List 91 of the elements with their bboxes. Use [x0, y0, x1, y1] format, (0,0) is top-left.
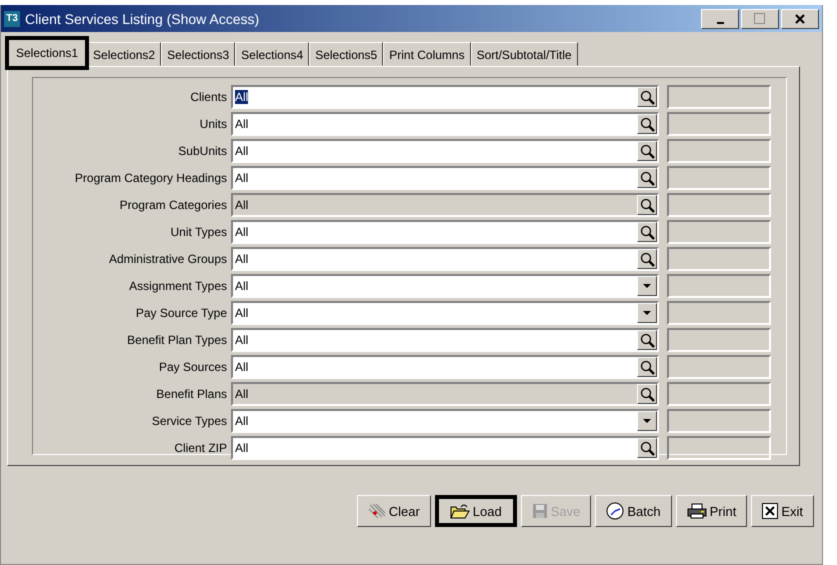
- tab[interactable]: Selections4: [235, 42, 310, 66]
- maximize-icon: [754, 12, 766, 24]
- field-label: Service Types: [150, 414, 228, 428]
- folder-icon: [450, 503, 470, 519]
- search-button[interactable]: [637, 330, 657, 350]
- minimize-icon: [716, 22, 724, 24]
- dropdown-field[interactable]: All: [231, 409, 659, 433]
- field-label: Pay Sources: [158, 360, 228, 374]
- field-label: Benefit Plans: [155, 387, 228, 401]
- field-label: Clients: [189, 90, 228, 104]
- caret-icon: [643, 419, 651, 423]
- search-icon: [640, 332, 654, 348]
- field-label: Pay Source Type: [134, 306, 228, 320]
- search-button[interactable]: [637, 249, 657, 269]
- field-value: All: [234, 387, 250, 401]
- lookup-field[interactable]: All: [231, 220, 659, 244]
- field-value: All: [234, 198, 250, 212]
- broom-icon: [368, 503, 386, 519]
- field-value: All: [234, 414, 250, 428]
- search-button[interactable]: [637, 114, 657, 134]
- app-icon: T3: [4, 10, 20, 26]
- field-value: All: [234, 279, 250, 293]
- dropdown-field[interactable]: All: [231, 274, 659, 298]
- tab[interactable]: Selections5: [309, 42, 384, 66]
- field-value: All: [234, 144, 250, 158]
- field-label: Program Category Headings: [74, 171, 228, 185]
- field-label: Client ZIP: [173, 441, 228, 455]
- field-label: Units: [198, 117, 228, 131]
- lookup-field[interactable]: All: [231, 247, 659, 271]
- close-icon: [794, 12, 806, 24]
- field-value: All: [234, 333, 250, 347]
- field-label: Assignment Types: [128, 279, 228, 293]
- field-value: All: [234, 225, 250, 239]
- lookup-field[interactable]: All: [231, 355, 659, 379]
- field-value: All: [234, 441, 250, 455]
- search-icon: [640, 198, 654, 212]
- lookup-field[interactable]: All: [231, 166, 659, 190]
- tab[interactable]: Selections1: [7, 38, 88, 68]
- exit-button[interactable]: Exit: [751, 495, 814, 527]
- maximize-button[interactable]: [741, 8, 779, 28]
- field-value: All: [234, 171, 250, 185]
- field-value: All: [234, 252, 250, 266]
- window-title: Client Services Listing (Show Access): [25, 10, 260, 26]
- search-icon: [640, 360, 654, 374]
- search-icon: [640, 386, 654, 402]
- tab[interactable]: Selections3: [161, 42, 236, 66]
- batch-button[interactable]: Batch: [595, 495, 672, 527]
- search-icon: [640, 144, 654, 158]
- lookup-field[interactable]: All: [231, 85, 659, 109]
- lookup-field[interactable]: All: [231, 112, 659, 136]
- search-button[interactable]: [637, 168, 657, 188]
- search-icon: [640, 170, 654, 186]
- field-label: Administrative Groups: [108, 252, 228, 266]
- field-label: SubUnits: [177, 144, 228, 158]
- caret-icon: [643, 284, 651, 288]
- dropdown-button[interactable]: [637, 411, 657, 431]
- search-icon: [640, 90, 654, 104]
- load-button[interactable]: Load: [434, 495, 517, 527]
- search-button[interactable]: [637, 357, 657, 377]
- search-button[interactable]: [637, 87, 657, 107]
- caret-icon: [643, 311, 651, 315]
- field-label: Benefit Plan Types: [126, 333, 228, 347]
- lookup-field[interactable]: All: [231, 328, 659, 352]
- tab[interactable]: Print Columns: [383, 42, 471, 66]
- lookup-field[interactable]: All: [231, 139, 659, 163]
- close-button[interactable]: [781, 8, 819, 28]
- search-icon: [640, 116, 654, 132]
- tab[interactable]: Sort/Subtotal/Title: [470, 42, 578, 66]
- field-value: All: [234, 360, 250, 374]
- field-value: All: [234, 117, 250, 131]
- field-value: All: [234, 306, 250, 320]
- print-button[interactable]: Print: [676, 495, 748, 527]
- field-value: All: [234, 90, 250, 104]
- printer-icon: [686, 503, 707, 519]
- clear-button[interactable]: Clear: [356, 495, 431, 527]
- minimize-button[interactable]: [701, 8, 739, 28]
- search-icon: [640, 440, 654, 456]
- lookup-field[interactable]: All: [231, 436, 659, 460]
- dropdown-field[interactable]: All: [231, 301, 659, 325]
- dropdown-button[interactable]: [637, 303, 657, 323]
- dropdown-button[interactable]: [637, 276, 657, 296]
- close-box-icon: [762, 503, 778, 519]
- search-icon: [640, 224, 654, 240]
- search-button[interactable]: [637, 222, 657, 242]
- search-icon: [640, 252, 654, 266]
- tab[interactable]: Selections2: [87, 42, 162, 66]
- field-label: Program Categories: [118, 198, 228, 212]
- search-button[interactable]: [637, 438, 657, 458]
- search-button[interactable]: [637, 141, 657, 161]
- field-label: Unit Types: [170, 225, 228, 239]
- clock-icon: [606, 502, 624, 520]
